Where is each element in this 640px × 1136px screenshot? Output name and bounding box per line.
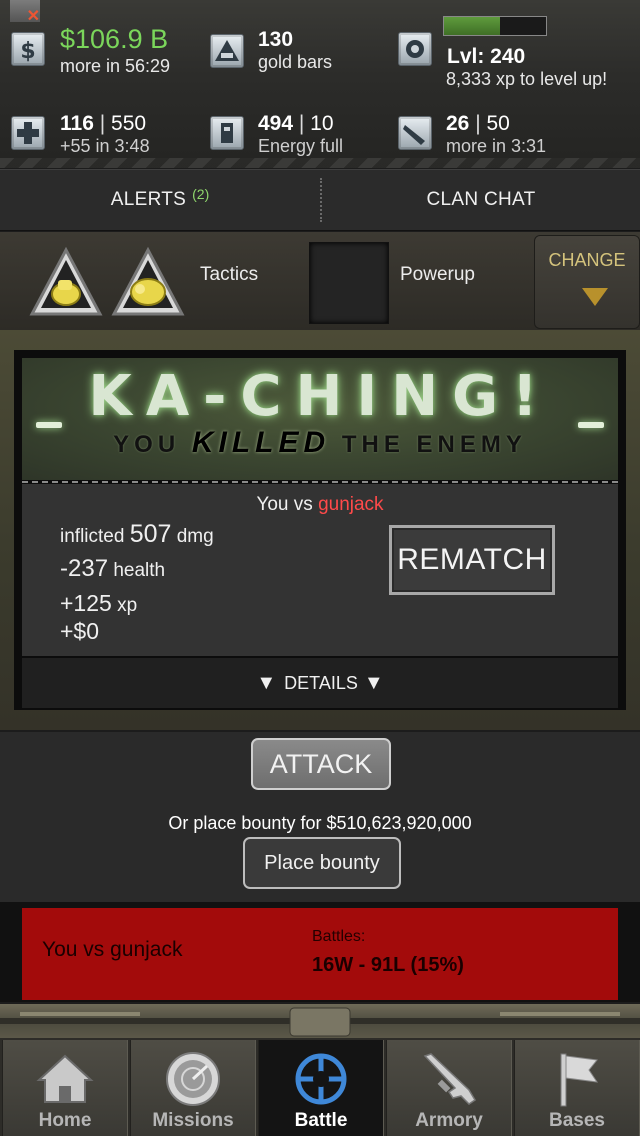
battles-label: Battles: (312, 928, 366, 945)
tab-home-label: Home (38, 1110, 92, 1131)
rifle-icon (423, 1053, 477, 1105)
inflicted-unit: dmg (176, 526, 214, 547)
tab-missions[interactable]: Missions (130, 1040, 256, 1136)
details-down-icon-right: ▼ (363, 671, 384, 694)
inflicted-line: inflicted 507 dmg (60, 520, 214, 549)
tactics-label: Tactics (200, 264, 259, 285)
battle-record: You vs gunjack Battles: 16W - 91L (15%) (22, 908, 618, 1000)
avatar-alert-icon: ✕ (26, 8, 40, 25)
subline-you: YOU (113, 431, 181, 458)
tactic-slot-1[interactable] (28, 244, 104, 320)
powerup-label: Powerup (400, 264, 475, 285)
alerts-tab[interactable]: ALERTS (2) (0, 170, 320, 230)
tab-armory[interactable]: Armory (386, 1040, 512, 1136)
health-loss-value: -237 (60, 555, 109, 582)
tab-home[interactable]: Home (2, 1040, 128, 1136)
xp-progress-fill (444, 17, 501, 35)
record-versus: You vs gunjack (42, 938, 183, 961)
tab-armory-label: Armory (415, 1110, 483, 1131)
bounty-text: Or place bounty for $510,623,920,000 (168, 813, 472, 833)
powerup-slot[interactable] (309, 242, 389, 324)
radar-icon (166, 1052, 220, 1106)
subline-enemy: THE ENEMY (341, 431, 527, 458)
energy-max: 10 (310, 112, 334, 135)
banner-divider (22, 481, 618, 483)
battles-value: 16W - 91L (15%) (312, 954, 464, 976)
stamina-timer: more in 3:31 (446, 136, 547, 156)
stamina-max: 50 (486, 112, 510, 135)
flag-icon (560, 1053, 599, 1107)
level-icon (398, 32, 432, 66)
tabbar-rail (0, 1004, 640, 1040)
health-max: 550 (111, 112, 147, 135)
inflicted-prefix: inflicted (60, 526, 125, 547)
place-bounty-button[interactable]: Place bounty (243, 837, 401, 889)
energy-current: 494 (258, 112, 294, 135)
inflicted-value: 507 (129, 520, 172, 548)
versus-prefix: You vs (256, 494, 313, 515)
tab-battle[interactable]: Battle (258, 1040, 384, 1136)
cash-amount: $106.9 B (60, 24, 169, 54)
stamina-icon (398, 116, 432, 150)
killed-subline: YOU KILLED THE ENEMY (22, 426, 618, 460)
alerts-count: (2) (192, 186, 210, 202)
cash-gain: +$0 (60, 618, 100, 644)
home-icon (36, 1054, 94, 1103)
svg-text:$: $ (20, 39, 35, 64)
rematch-button[interactable]: REMATCH (389, 525, 555, 595)
energy-status: Energy full (258, 136, 344, 156)
xp-gain-unit: xp (117, 595, 138, 616)
attack-button[interactable]: ATTACK (251, 738, 391, 790)
health-current: 116 (60, 112, 94, 135)
details-label: DETAILS (284, 672, 358, 693)
change-label: CHANGE (548, 250, 626, 270)
tab-bases[interactable]: Bases (514, 1040, 640, 1136)
clan-chat-tab[interactable]: CLAN CHAT (322, 170, 640, 230)
health-loss-line: -237 health (60, 555, 165, 583)
health-loss-unit: health (113, 560, 166, 581)
gold-label: gold bars (258, 52, 333, 72)
xp-gain-line: +125 xp (60, 590, 137, 617)
details-toggle[interactable]: ▼ DETAILS ▼ (22, 658, 618, 708)
subline-killed: KILLED (191, 426, 331, 459)
energy-values: 494 | 10 (258, 112, 334, 135)
kaching-headline: KA-CHING! (88, 364, 552, 429)
avatar[interactable]: ✕ (10, 0, 40, 25)
tab-missions-label: Missions (152, 1110, 234, 1131)
level-label: Lvl: 240 (447, 45, 526, 68)
health-regen: +55 in 3:48 (60, 136, 150, 156)
energy-icon (210, 116, 244, 150)
clan-chat-label: CLAN CHAT (426, 189, 536, 210)
gold-count: 130 (258, 28, 294, 51)
stamina-current: 26 (446, 112, 470, 135)
cash-timer: more in 56:29 (60, 56, 171, 76)
rail-decoration (0, 1007, 640, 1037)
gold-bars-icon (210, 34, 244, 68)
crosshair-icon (295, 1053, 347, 1105)
change-loadout-button[interactable]: CHANGE (534, 235, 640, 329)
xp-to-level: 8,333 xp to level up! (446, 69, 608, 89)
details-down-icon: ▼ (256, 671, 277, 694)
tab-bases-label: Bases (549, 1110, 605, 1131)
versus-line: You vs gunjack (22, 494, 618, 516)
health-icon (11, 116, 45, 150)
alerts-label: ALERTS (110, 189, 187, 210)
kaching-banner: KA-CHING! YOU KILLED THE ENEMY (22, 358, 618, 480)
cash-icon: $ (11, 32, 45, 66)
tactic-slot-2[interactable] (110, 244, 186, 320)
tab-battle-label: Battle (294, 1110, 348, 1131)
xp-progress-bar (443, 16, 547, 36)
tactic-fist-icon (29, 246, 103, 316)
tactic-glove-icon (111, 246, 185, 316)
change-triangle-icon (582, 288, 608, 306)
health-values: 116 | 550 (60, 112, 147, 135)
xp-gain-value: +125 (60, 590, 112, 616)
opponent-name-link[interactable]: gunjack (318, 494, 384, 515)
stamina-values: 26 | 50 (446, 112, 510, 135)
